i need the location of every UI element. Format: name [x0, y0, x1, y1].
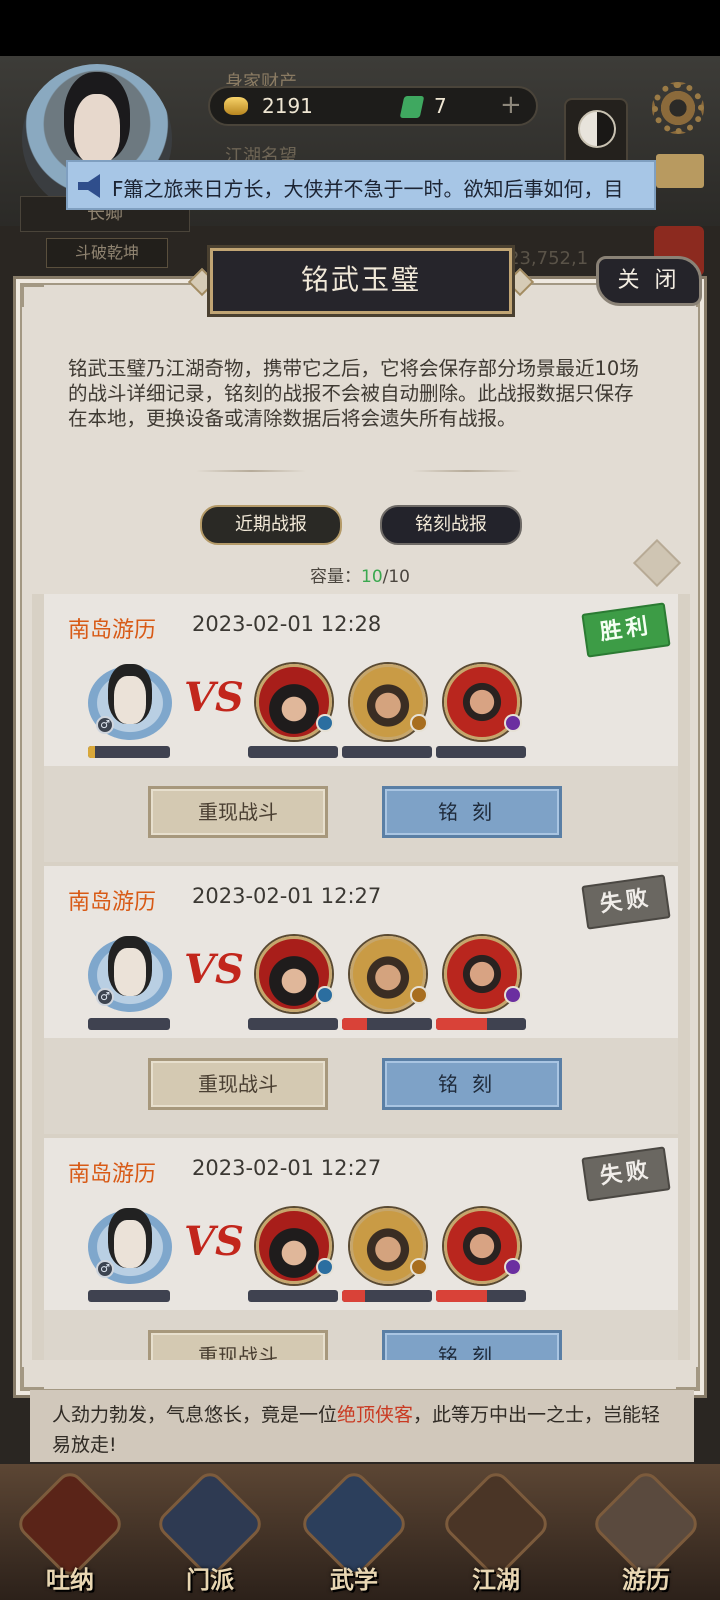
- battle-time: 2023-02-01 12:28: [192, 612, 382, 636]
- faction-badge-icon: [316, 986, 334, 1004]
- battle-card: 南岛游历 2023-02-01 12:28 胜利 ♂ VS 重现战斗 铭刻: [44, 594, 678, 862]
- nav-label: 江湖: [472, 1566, 520, 1594]
- battle-location: 南岛游历: [68, 618, 157, 643]
- faction-badge-icon: [316, 714, 334, 732]
- nav-item-martial[interactable]: 武学: [297, 1467, 411, 1598]
- hero-portrait: ♂: [88, 1210, 172, 1284]
- divider: [412, 470, 522, 472]
- nav-item-sect[interactable]: 门派: [153, 1467, 267, 1598]
- battle-time: 2023-02-01 12:27: [192, 884, 382, 908]
- notice-text: F簫之旅来日方长，大侠并不急于一时。欲知后事如何，目: [112, 177, 624, 201]
- close-button[interactable]: 关 闭: [596, 256, 702, 306]
- card-actions-bg: [44, 1038, 678, 1134]
- faction-badge-icon: [504, 1258, 522, 1276]
- capacity-indicator: 容量：10/10: [310, 562, 410, 587]
- engrave-button[interactable]: 铭刻: [382, 786, 562, 838]
- hero-hp-bar: [88, 1290, 170, 1302]
- male-icon: ♂: [96, 716, 114, 734]
- mail-icon[interactable]: [656, 154, 704, 188]
- enemy-hp-bar: [436, 1018, 526, 1030]
- enemy-hp-bar: [248, 746, 338, 758]
- hero-portrait: ♂: [88, 938, 172, 1012]
- enemy-hp-bar: [436, 1290, 526, 1302]
- notice-marquee: F簫之旅来日方长，大侠并不急于一时。欲知后事如何，目: [66, 160, 656, 210]
- enemy-hp-bar: [342, 1018, 432, 1030]
- gold-ingot-icon: [224, 97, 248, 115]
- corner-ornament: [22, 285, 44, 307]
- dialog-title: 铭武玉璧: [210, 248, 512, 314]
- capacity-label: 容量：: [310, 567, 361, 587]
- story-highlight: 绝顶侠客: [337, 1404, 414, 1426]
- capacity-used: 10: [361, 567, 383, 587]
- nav-label: 游历: [622, 1566, 670, 1594]
- enemy-hp-bar: [342, 746, 432, 758]
- corner-ornament: [22, 1367, 44, 1389]
- dialog-description: 铭武玉璧乃江湖奇物，携带它之后，它将会保存部分场景最近10场的战斗详细记录，铭刻…: [68, 357, 639, 430]
- yin-yang-icon: [578, 110, 616, 148]
- faction-badge-icon: [316, 1258, 334, 1276]
- nav-label: 武学: [330, 1566, 378, 1594]
- bottom-nav: 吐纳 门派 武学 江湖 游历: [0, 1464, 720, 1600]
- battle-card: 南岛游历 2023-02-01 12:27 失败 ♂ VS 重现战斗 铭刻: [44, 866, 678, 1134]
- faction-badge-icon: [504, 986, 522, 1004]
- nav-item-jianghu[interactable]: 江湖: [439, 1467, 553, 1598]
- result-stamp: 失败: [581, 1146, 671, 1202]
- result-stamp: 胜利: [581, 602, 671, 658]
- hero-hp-bar: [88, 746, 170, 758]
- nav-item-travel[interactable]: 游历: [589, 1467, 703, 1598]
- gear-icon[interactable]: [652, 82, 704, 134]
- replay-battle-button[interactable]: 重现战斗: [148, 1330, 328, 1360]
- vs-icon: VS: [184, 946, 244, 993]
- status-bar: [0, 0, 720, 56]
- male-icon: ♂: [96, 988, 114, 1006]
- nav-label: 吐纳: [46, 1566, 94, 1594]
- rank-subtitle: 斗破乾坤: [46, 238, 168, 268]
- enemy-hp-bar: [248, 1018, 338, 1030]
- corner-ornament: [676, 1367, 698, 1389]
- battle-time: 2023-02-01 12:27: [192, 1156, 382, 1180]
- result-stamp: 失败: [581, 874, 671, 930]
- vs-icon: VS: [184, 1218, 244, 1265]
- tab-engraved-reports[interactable]: 铭刻战报: [380, 505, 522, 545]
- megaphone-icon: [78, 174, 100, 198]
- nav-item-breathing[interactable]: 吐纳: [13, 1467, 127, 1598]
- gold-value: 2191: [262, 94, 313, 118]
- capacity-total: /10: [382, 567, 410, 587]
- hero-portrait: ♂: [88, 666, 172, 740]
- hero-hp-bar: [88, 1018, 170, 1030]
- enemy-hp-bar: [436, 746, 526, 758]
- engrave-button[interactable]: 铭刻: [382, 1058, 562, 1110]
- add-currency-button[interactable]: +: [500, 90, 522, 120]
- male-icon: ♂: [96, 1260, 114, 1278]
- engrave-button[interactable]: 铭刻: [382, 1330, 562, 1360]
- enemy-hp-bar: [342, 1290, 432, 1302]
- battle-card: 南岛游历 2023-02-01 12:27 失败 ♂ VS 重现战斗 铭刻: [44, 1138, 678, 1360]
- story-text: 人劲力勃发，气息悠长，竟是一位绝顶侠客，此等万中出一之士，岂能轻易放走!: [52, 1400, 672, 1460]
- jade-value: 7: [434, 94, 447, 118]
- battle-location: 南岛游历: [68, 1162, 157, 1187]
- nav-label: 门派: [186, 1566, 234, 1594]
- divider: [196, 470, 306, 472]
- faction-badge-icon: [504, 714, 522, 732]
- story-part1: 人劲力勃发，气息悠长，竟是一位: [52, 1404, 338, 1426]
- faction-badge-icon: [410, 1258, 428, 1276]
- tab-recent-reports[interactable]: 近期战报: [200, 505, 342, 545]
- jade-icon: [399, 96, 425, 118]
- battle-location: 南岛游历: [68, 890, 157, 915]
- battle-list[interactable]: 南岛游历 2023-02-01 12:28 胜利 ♂ VS 重现战斗 铭刻 南岛…: [32, 594, 690, 1360]
- enemy-hp-bar: [248, 1290, 338, 1302]
- card-actions-bg: [44, 1310, 678, 1360]
- replay-battle-button[interactable]: 重现战斗: [148, 786, 328, 838]
- replay-battle-button[interactable]: 重现战斗: [148, 1058, 328, 1110]
- vs-icon: VS: [184, 674, 244, 721]
- faction-badge-icon: [410, 714, 428, 732]
- currency-bar: 2191 7 +: [208, 86, 538, 126]
- faction-badge-icon: [410, 986, 428, 1004]
- card-actions-bg: [44, 766, 678, 862]
